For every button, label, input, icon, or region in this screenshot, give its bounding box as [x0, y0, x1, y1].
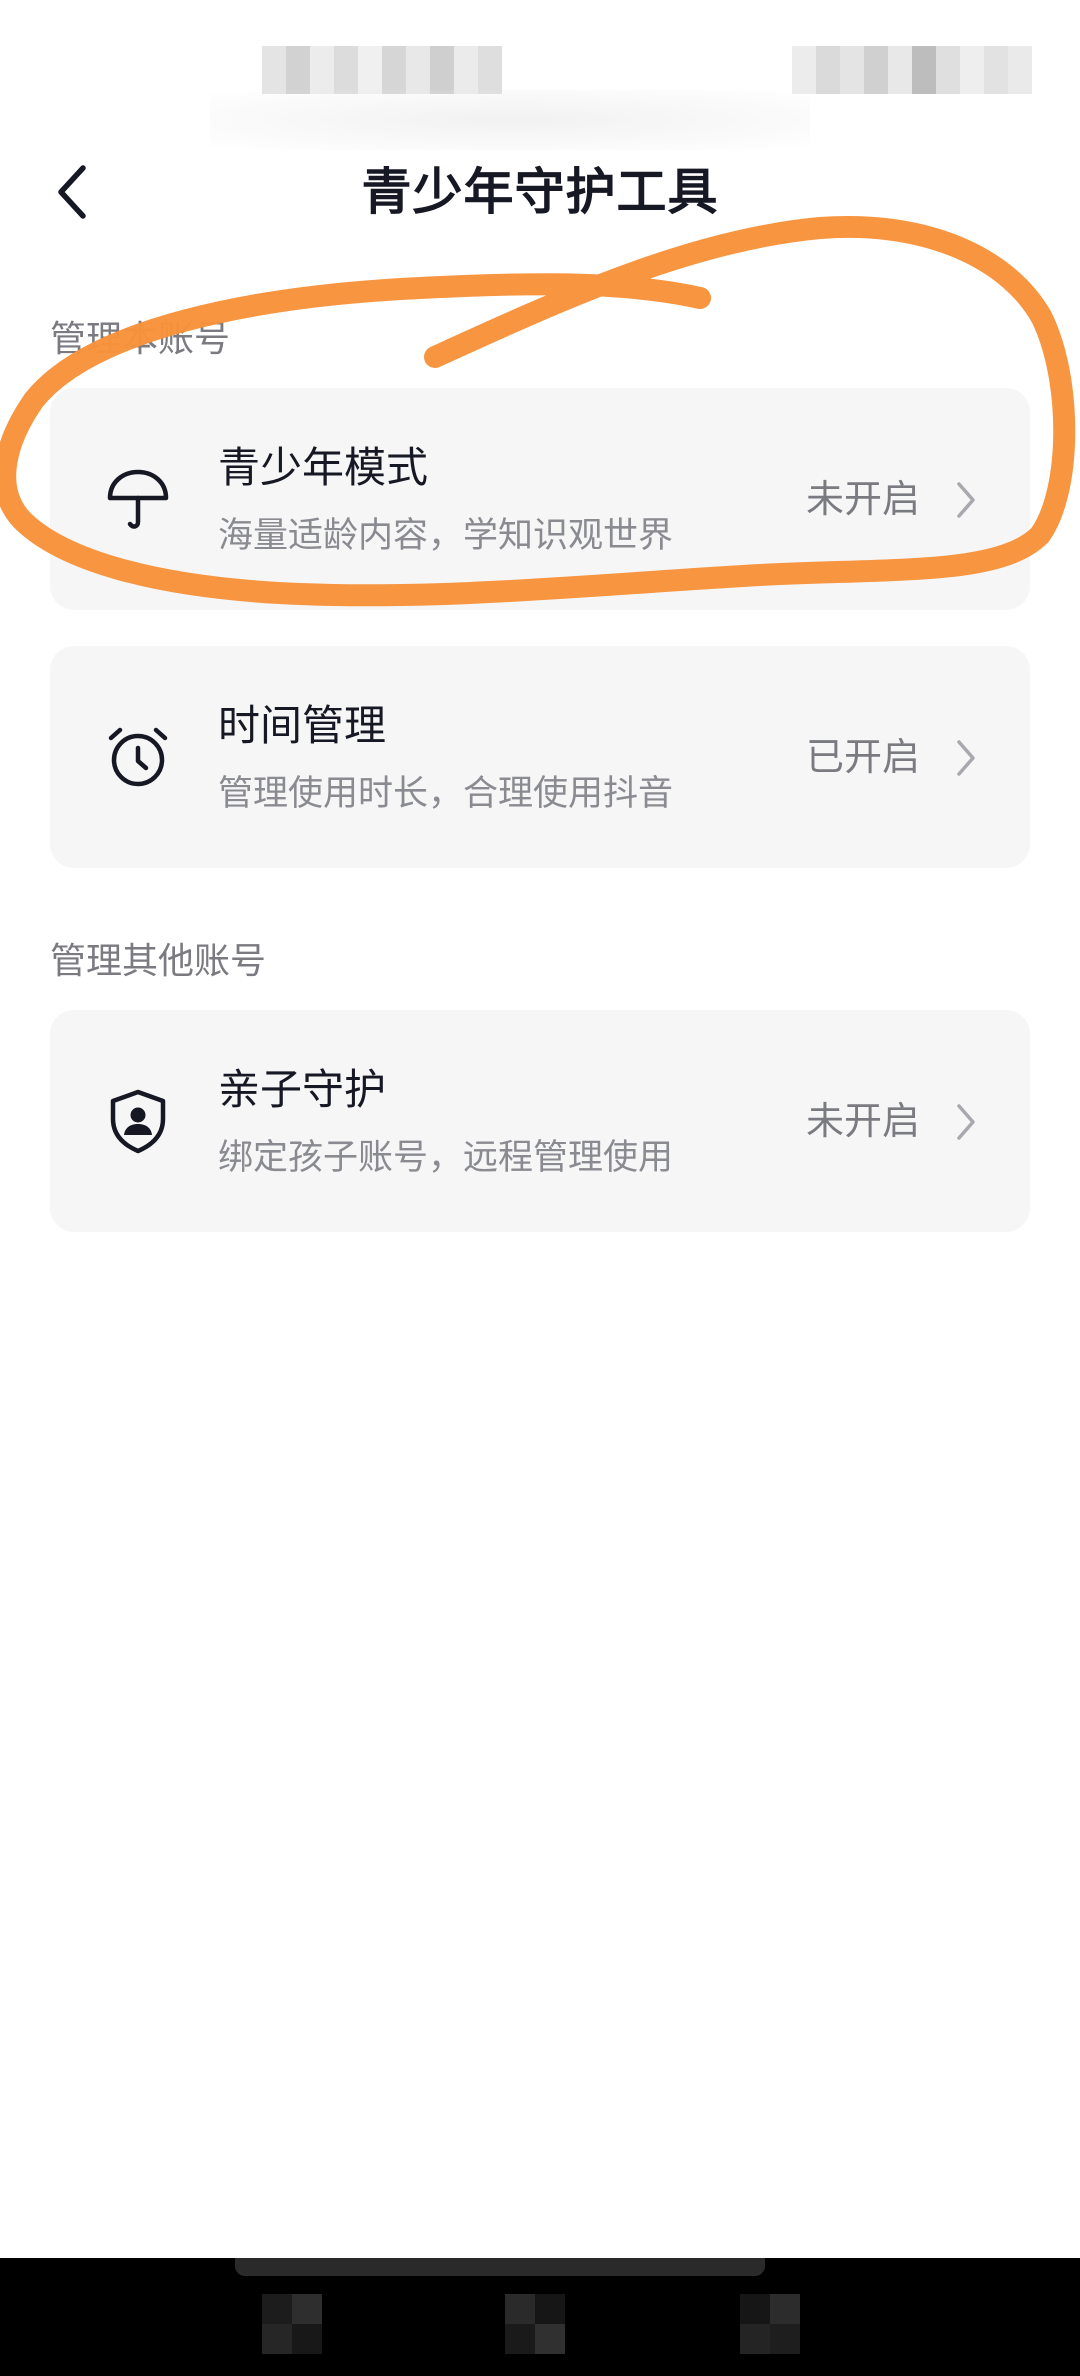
status-bar-haze: [210, 90, 810, 150]
parental-guardian-title: 亲子守护: [218, 1065, 387, 1114]
youth-mode-item[interactable]: 青少年模式 海量适龄内容，学知识观世界 未开启: [50, 388, 1030, 610]
page-title: 青少年守护工具: [361, 163, 719, 221]
nav-home-key[interactable]: [505, 2282, 565, 2362]
parental-guardian-item[interactable]: 亲子守护 绑定孩子账号，远程管理使用 未开启: [50, 1010, 1030, 1232]
page: 青少年守护工具 管理本账号 青少年模式 海量适龄内容，学知识观世界 未开启 时间…: [0, 0, 1080, 2376]
system-navigation-bar: [0, 2258, 1080, 2376]
section-header-this-account: 管理本账号: [50, 319, 231, 360]
parental-guardian-status: 未开启: [805, 1099, 920, 1143]
status-bar-left-obscured: [262, 46, 502, 94]
nav-bar: 青少年守护工具: [0, 150, 1080, 234]
time-management-status: 已开启: [805, 735, 920, 779]
time-management-title: 时间管理: [218, 701, 387, 750]
status-bar: [0, 0, 1080, 150]
section-header-other-accounts: 管理其他账号: [50, 941, 267, 982]
umbrella-icon: [98, 459, 178, 539]
nav-recents-key[interactable]: [740, 2282, 800, 2362]
shield-user-icon: [98, 1081, 178, 1161]
chevron-right-icon: [946, 478, 986, 522]
bottom-bar-strip: [235, 2258, 765, 2276]
alarm-clock-icon: [98, 717, 178, 797]
youth-mode-description: 海量适龄内容，学知识观世界: [218, 516, 674, 556]
time-management-description: 管理使用时长，合理使用抖音: [218, 774, 674, 814]
youth-mode-title: 青少年模式: [218, 443, 429, 492]
status-bar-right-obscured: [792, 46, 1032, 94]
time-management-item[interactable]: 时间管理 管理使用时长，合理使用抖音 已开启: [50, 646, 1030, 868]
chevron-right-icon: [946, 736, 986, 780]
youth-mode-status: 未开启: [805, 477, 920, 521]
parental-guardian-description: 绑定孩子账号，远程管理使用: [218, 1138, 674, 1178]
chevron-right-icon: [946, 1100, 986, 1144]
nav-back-key[interactable]: [262, 2282, 322, 2362]
